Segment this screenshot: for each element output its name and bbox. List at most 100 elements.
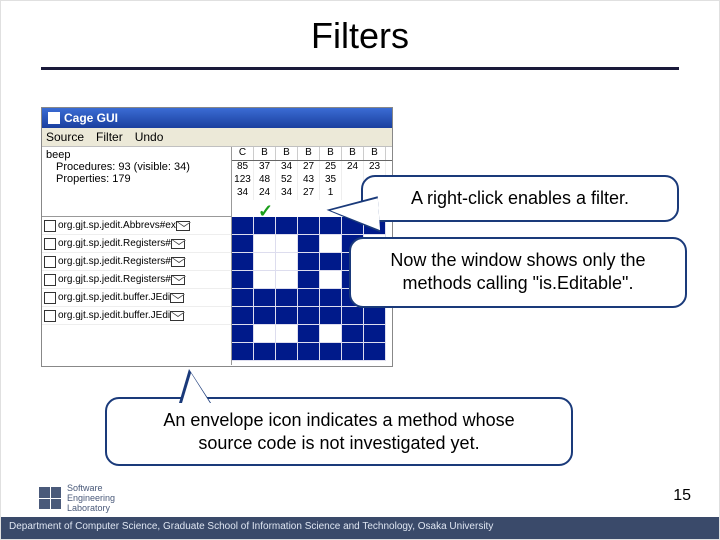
matrix-cell[interactable] xyxy=(342,343,364,361)
checkbox-icon[interactable] xyxy=(44,220,56,232)
matrix-cell[interactable] xyxy=(364,307,386,325)
checkbox-icon[interactable] xyxy=(44,310,56,322)
matrix-cell[interactable] xyxy=(254,217,276,235)
callout-right-click: A right-click enables a filter. xyxy=(361,175,679,222)
window-titlebar: Cage GUI xyxy=(42,108,392,128)
grid-number-cell: 35 xyxy=(320,174,342,187)
matrix-cell[interactable] xyxy=(232,271,254,289)
matrix-cell[interactable] xyxy=(298,253,320,271)
matrix-cell[interactable] xyxy=(254,343,276,361)
envelope-icon xyxy=(171,275,185,285)
menu-bar: Source Filter Undo xyxy=(42,128,392,147)
logo-text-3: Laboratory xyxy=(67,503,115,513)
matrix-cell[interactable] xyxy=(298,343,320,361)
matrix-cell[interactable] xyxy=(276,289,298,307)
matrix-cell[interactable] xyxy=(320,235,342,253)
grid-number-cell: 34 xyxy=(232,187,254,200)
menu-filter[interactable]: Filter xyxy=(96,130,123,144)
tree-properties[interactable]: Properties: 179 xyxy=(46,173,227,185)
grid-number-cell: 48 xyxy=(254,174,276,187)
page-number: 15 xyxy=(673,487,691,505)
matrix-cell[interactable] xyxy=(276,271,298,289)
matrix-cell[interactable] xyxy=(298,289,320,307)
matrix-cell[interactable] xyxy=(276,343,298,361)
matrix-cell[interactable] xyxy=(342,307,364,325)
left-pane: beep Procedures: 93 (visible: 34) Proper… xyxy=(42,147,232,365)
matrix-cell[interactable] xyxy=(364,343,386,361)
menu-source[interactable]: Source xyxy=(46,130,84,144)
matrix-cell[interactable] xyxy=(254,253,276,271)
matrix-cell[interactable] xyxy=(232,253,254,271)
list-item-label: org.gjt.sp.jedit.Abbrevs#ex xyxy=(58,220,176,231)
matrix-cell[interactable] xyxy=(254,307,276,325)
grid-col-header: B xyxy=(320,147,342,160)
callout-envelope: An envelope icon indicates a method whos… xyxy=(105,397,573,466)
matrix-cell[interactable] xyxy=(298,217,320,235)
list-item[interactable]: org.gjt.sp.jedit.Registers# xyxy=(42,271,231,289)
checkbox-icon[interactable] xyxy=(44,292,56,304)
matrix-cell[interactable] xyxy=(276,253,298,271)
matrix-cell[interactable] xyxy=(254,271,276,289)
callout-2-line2: methods calling "is.Editable". xyxy=(403,273,634,293)
list-item[interactable]: org.gjt.sp.jedit.buffer.JEdi xyxy=(42,307,231,325)
matrix-cell[interactable] xyxy=(320,271,342,289)
matrix-cell[interactable] xyxy=(254,325,276,343)
grid-number-cell: 37 xyxy=(254,161,276,174)
tree-root[interactable]: beep xyxy=(46,149,227,161)
matrix-cell[interactable] xyxy=(254,235,276,253)
callout-2-line1: Now the window shows only the xyxy=(390,250,645,270)
matrix-cell[interactable] xyxy=(320,307,342,325)
checkbox-icon[interactable] xyxy=(44,274,56,286)
matrix-cell[interactable] xyxy=(298,235,320,253)
list-item-label: org.gjt.sp.jedit.buffer.JEdi xyxy=(58,292,170,303)
grid-header: CBBBBBB xyxy=(232,147,392,161)
list-item-label: org.gjt.sp.jedit.Registers# xyxy=(58,274,171,285)
matrix-cell[interactable] xyxy=(254,289,276,307)
list-item[interactable]: org.gjt.sp.jedit.Registers# xyxy=(42,235,231,253)
envelope-icon xyxy=(170,293,184,303)
matrix-cell[interactable] xyxy=(232,217,254,235)
grid-col-header: B xyxy=(276,147,298,160)
matrix-cell[interactable] xyxy=(276,217,298,235)
matrix-cell[interactable] xyxy=(232,307,254,325)
grid-number-row: 85373427252423 xyxy=(232,161,392,174)
grid-col-header: B xyxy=(342,147,364,160)
matrix-cell[interactable] xyxy=(276,235,298,253)
footer-bar: Department of Computer Science, Graduate… xyxy=(1,517,719,539)
list-item-label: org.gjt.sp.jedit.Registers# xyxy=(58,238,171,249)
grid-number-cell: 85 xyxy=(232,161,254,174)
tree-procedures[interactable]: Procedures: 93 (visible: 34) xyxy=(46,161,227,173)
matrix-cell[interactable] xyxy=(232,325,254,343)
logo-mark-icon xyxy=(39,487,61,509)
matrix-cell[interactable] xyxy=(320,289,342,307)
matrix-cell[interactable] xyxy=(276,325,298,343)
envelope-icon xyxy=(176,221,190,231)
list-item[interactable]: org.gjt.sp.jedit.buffer.JEdi xyxy=(42,289,231,307)
grid-number-cell: 52 xyxy=(276,174,298,187)
matrix-cell[interactable] xyxy=(298,271,320,289)
matrix-cell[interactable] xyxy=(320,325,342,343)
matrix-cell[interactable] xyxy=(342,325,364,343)
grid-col-header: B xyxy=(364,147,386,160)
grid-number-cell: 25 xyxy=(320,161,342,174)
matrix-cell[interactable] xyxy=(320,343,342,361)
window-sysicon xyxy=(48,112,60,124)
matrix-cell[interactable] xyxy=(232,343,254,361)
matrix-cell[interactable] xyxy=(232,235,254,253)
matrix-cell[interactable] xyxy=(298,307,320,325)
matrix-cell[interactable] xyxy=(364,325,386,343)
grid-col-header: B xyxy=(254,147,276,160)
matrix-cell[interactable] xyxy=(232,289,254,307)
method-list: org.gjt.sp.jedit.Abbrevs#ex org.gjt.sp.je… xyxy=(42,217,231,325)
checkbox-icon[interactable] xyxy=(44,238,56,250)
list-item[interactable]: org.gjt.sp.jedit.Registers# xyxy=(42,253,231,271)
checkbox-icon[interactable] xyxy=(44,256,56,268)
grid-number-cell: 34 xyxy=(276,187,298,200)
menu-undo[interactable]: Undo xyxy=(135,130,164,144)
grid-number-cell: 24 xyxy=(342,161,364,174)
list-item[interactable]: org.gjt.sp.jedit.Abbrevs#ex xyxy=(42,217,231,235)
matrix-cell[interactable] xyxy=(276,307,298,325)
list-item-label: org.gjt.sp.jedit.buffer.JEdi xyxy=(58,310,170,321)
matrix-cell[interactable] xyxy=(298,325,320,343)
matrix-cell[interactable] xyxy=(320,253,342,271)
